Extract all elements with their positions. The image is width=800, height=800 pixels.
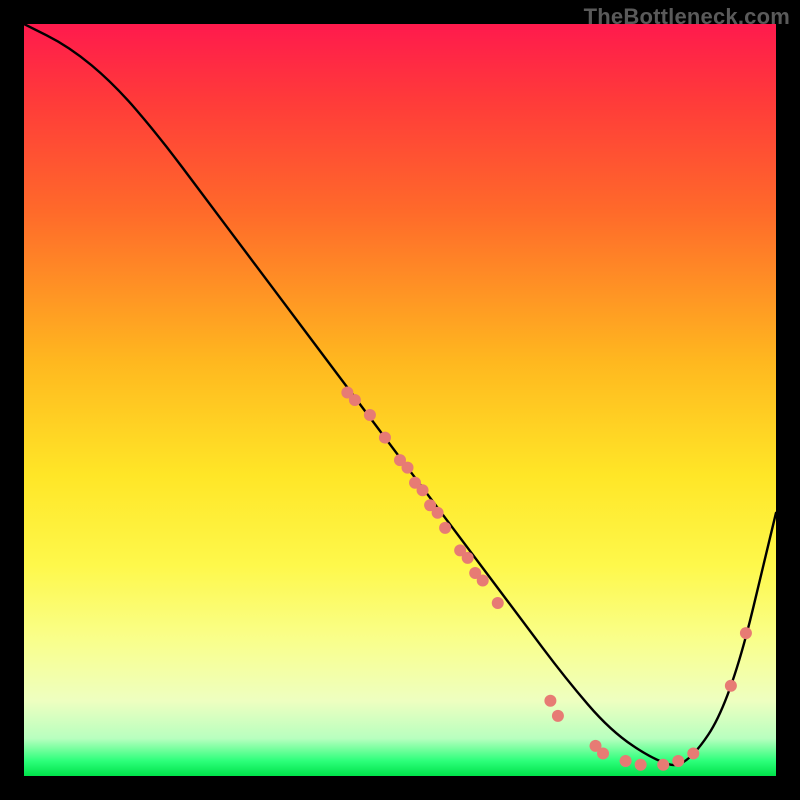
data-marker xyxy=(349,394,361,406)
data-marker xyxy=(379,432,391,444)
data-marker xyxy=(620,755,632,767)
data-marker xyxy=(635,759,647,771)
data-marker xyxy=(672,755,684,767)
bottleneck-curve xyxy=(24,24,776,765)
data-marker xyxy=(364,409,376,421)
data-marker xyxy=(417,484,429,496)
data-marker xyxy=(687,747,699,759)
chart-frame xyxy=(24,24,776,776)
data-marker xyxy=(725,680,737,692)
data-marker xyxy=(432,507,444,519)
data-marker xyxy=(597,747,609,759)
data-marker xyxy=(492,597,504,609)
data-marker xyxy=(657,759,669,771)
data-marker xyxy=(402,462,414,474)
data-marker xyxy=(439,522,451,534)
data-marker xyxy=(462,552,474,564)
data-markers xyxy=(341,386,752,770)
chart-svg xyxy=(24,24,776,776)
data-marker xyxy=(740,627,752,639)
data-marker xyxy=(552,710,564,722)
data-marker xyxy=(544,695,556,707)
data-marker xyxy=(477,574,489,586)
watermark-label: TheBottleneck.com xyxy=(584,4,790,30)
